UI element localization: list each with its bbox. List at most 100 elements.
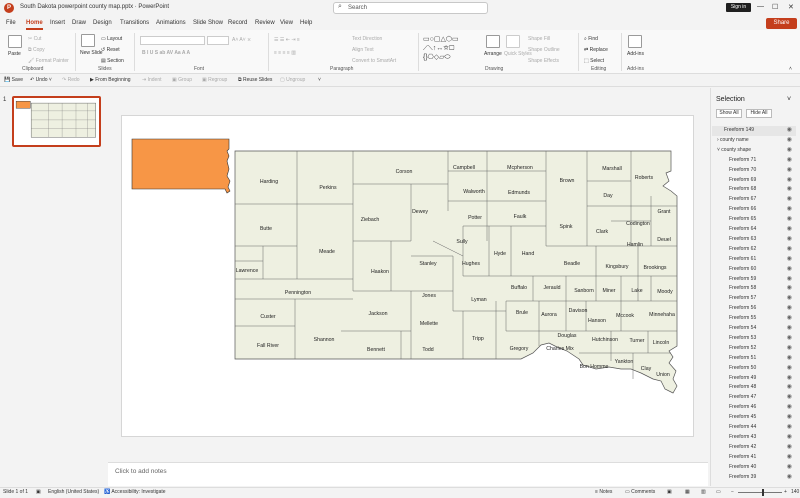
format-painter-button[interactable]: 🖌 Format Painter xyxy=(28,58,69,64)
shape-fill-button[interactable]: Shape Fill xyxy=(528,36,550,42)
find-button[interactable]: ⌕ Find xyxy=(584,36,598,42)
visibility-eye-icon[interactable]: ◉ xyxy=(787,403,792,410)
addins-icon[interactable] xyxy=(628,35,642,48)
selection-item[interactable]: Freeform 70 ◉ xyxy=(712,166,796,176)
zoom-slider-thumb[interactable] xyxy=(762,489,764,496)
tab-help[interactable]: Help xyxy=(300,20,312,26)
selection-item[interactable]: Freeform 41 ◉ xyxy=(712,453,796,463)
paste-icon[interactable] xyxy=(8,35,22,48)
redo-button[interactable]: ↷ Redo xyxy=(62,77,80,83)
selection-item[interactable]: Freeform 57 ◉ xyxy=(712,294,796,304)
selection-item[interactable]: Freeform 56 ◉ xyxy=(712,304,796,314)
arrange-icon[interactable] xyxy=(486,35,500,48)
paste-button[interactable]: Paste xyxy=(8,51,21,57)
visibility-eye-icon[interactable]: ◉ xyxy=(787,215,792,222)
selection-item[interactable]: Freeform 39 ◉ xyxy=(712,473,796,483)
tab-record[interactable]: Record xyxy=(228,20,247,26)
new-slide-icon[interactable] xyxy=(81,34,95,47)
visibility-eye-icon[interactable]: ◉ xyxy=(787,314,792,321)
highlighted-county-shape[interactable] xyxy=(131,138,231,194)
sign-in-button[interactable]: Sign in xyxy=(726,3,751,12)
new-slide-button[interactable]: New Slide xyxy=(80,50,103,56)
visibility-eye-icon[interactable]: ◉ xyxy=(787,166,792,173)
visibility-eye-icon[interactable]: ◉ xyxy=(787,443,792,450)
visibility-eye-icon[interactable]: ◉ xyxy=(787,245,792,252)
selection-item[interactable]: Freeform 64 ◉ xyxy=(712,225,796,235)
visibility-eye-icon[interactable]: ◉ xyxy=(787,304,792,311)
visibility-eye-icon[interactable]: ◉ xyxy=(787,423,792,430)
selection-item[interactable]: › county name ◉ xyxy=(712,136,796,146)
zoom-level[interactable]: 140 xyxy=(791,489,799,495)
tab-insert[interactable]: Insert xyxy=(50,20,65,26)
selection-item[interactable]: Freeform 62 ◉ xyxy=(712,245,796,255)
visibility-eye-icon[interactable]: ◉ xyxy=(787,463,792,470)
selection-item[interactable]: Freeform 45 ◉ xyxy=(712,413,796,423)
save-button[interactable]: 💾 Save xyxy=(4,77,23,83)
visibility-eye-icon[interactable]: ◉ xyxy=(787,324,792,331)
font-size-dropdown[interactable] xyxy=(207,36,229,45)
arrange-button[interactable]: Arrange xyxy=(484,51,502,57)
visibility-eye-icon[interactable]: ◉ xyxy=(787,195,792,202)
pane-options-icon[interactable]: ˅ xyxy=(787,96,791,103)
ungroup-button[interactable]: ▢ Ungroup xyxy=(280,77,305,83)
selection-item[interactable]: Freeform 69 ◉ xyxy=(712,176,796,186)
font-name-dropdown[interactable] xyxy=(140,36,205,45)
smartart-button[interactable]: Convert to SmartArt xyxy=(352,58,396,64)
text-direction-button[interactable]: Text Direction xyxy=(352,36,382,42)
selection-item[interactable]: Freeform 71 ◉ xyxy=(712,156,796,166)
zoom-in-icon[interactable]: + xyxy=(784,489,787,495)
visibility-eye-icon[interactable]: ◉ xyxy=(787,146,792,153)
tab-home[interactable]: Home xyxy=(26,20,43,26)
selection-item[interactable]: Freeform 149 ◉ xyxy=(712,126,796,136)
selection-item[interactable]: Freeform 47 ◉ xyxy=(712,393,796,403)
layout-button[interactable]: ▭ Layout xyxy=(101,36,122,42)
font-format-icons[interactable]: B I U S ab AV Aa A A xyxy=(142,50,190,56)
align-icons[interactable]: ≡ ≡ ≡ ≡ ▥ xyxy=(274,50,296,56)
visibility-eye-icon[interactable]: ◉ xyxy=(787,334,792,341)
addins-button[interactable]: Add-ins xyxy=(627,51,644,57)
selection-item[interactable]: Freeform 40 ◉ xyxy=(712,463,796,473)
visibility-eye-icon[interactable]: ◉ xyxy=(787,136,792,143)
slide-sorter-icon[interactable]: ▦ xyxy=(685,489,690,495)
shapes-gallery[interactable]: ▭○▢△⬡▭ ⟋⟍↑↔☆▢ {}⎔◇▱⬭ xyxy=(423,35,481,63)
notes-toggle[interactable]: ≡ Notes xyxy=(595,489,612,495)
quick-styles-icon[interactable] xyxy=(506,35,520,48)
search-box[interactable]: ⌕ Search xyxy=(333,2,488,14)
maximize-icon[interactable]: ☐ xyxy=(772,3,778,11)
selection-item[interactable]: Freeform 68 ◉ xyxy=(712,185,796,195)
section-button[interactable]: ▤ Section xyxy=(101,58,124,64)
visibility-eye-icon[interactable]: ◉ xyxy=(787,354,792,361)
visibility-eye-icon[interactable]: ◉ xyxy=(787,383,792,390)
visibility-eye-icon[interactable]: ◉ xyxy=(787,176,792,183)
tab-draw[interactable]: Draw xyxy=(72,20,86,26)
notes-placeholder[interactable]: Click to add notes xyxy=(115,468,167,475)
collapse-ribbon-icon[interactable]: ˄ xyxy=(789,66,792,72)
selection-item[interactable]: Freeform 42 ◉ xyxy=(712,443,796,453)
shape-effects-button[interactable]: Shape Effects xyxy=(528,58,559,64)
customize-qat-icon[interactable]: ˅ xyxy=(318,77,321,83)
selection-item[interactable]: Freeform 66 ◉ xyxy=(712,205,796,215)
share-button[interactable]: Share xyxy=(766,18,797,29)
visibility-eye-icon[interactable]: ◉ xyxy=(787,284,792,291)
selection-item[interactable]: Freeform 58 ◉ xyxy=(712,284,796,294)
tab-transitions[interactable]: Transitions xyxy=(120,20,149,26)
reset-button[interactable]: ↺ Reset xyxy=(101,47,120,53)
language-status[interactable]: English (United States) xyxy=(48,489,99,495)
visibility-eye-icon[interactable]: ◉ xyxy=(787,294,792,301)
visibility-eye-icon[interactable]: ◉ xyxy=(787,235,792,242)
reuse-slides-button[interactable]: ⧉ Reuse Slides xyxy=(238,77,272,83)
selection-item[interactable]: Freeform 43 ◉ xyxy=(712,433,796,443)
selection-item[interactable]: Freeform 65 ◉ xyxy=(712,215,796,225)
tab-view[interactable]: View xyxy=(280,20,293,26)
visibility-eye-icon[interactable]: ◉ xyxy=(787,453,792,460)
selection-item[interactable]: Freeform 46 ◉ xyxy=(712,403,796,413)
selection-item[interactable]: Freeform 54 ◉ xyxy=(712,324,796,334)
visibility-eye-icon[interactable]: ◉ xyxy=(787,126,792,133)
visibility-eye-icon[interactable]: ◉ xyxy=(787,275,792,282)
proofing-icon[interactable]: ▣ xyxy=(36,489,41,495)
zoom-out-icon[interactable]: − xyxy=(731,489,734,495)
selection-item[interactable]: Freeform 63 ◉ xyxy=(712,235,796,245)
notes-pane[interactable] xyxy=(108,462,708,486)
slideshow-icon[interactable]: ▭ xyxy=(716,489,721,495)
visibility-eye-icon[interactable]: ◉ xyxy=(787,433,792,440)
